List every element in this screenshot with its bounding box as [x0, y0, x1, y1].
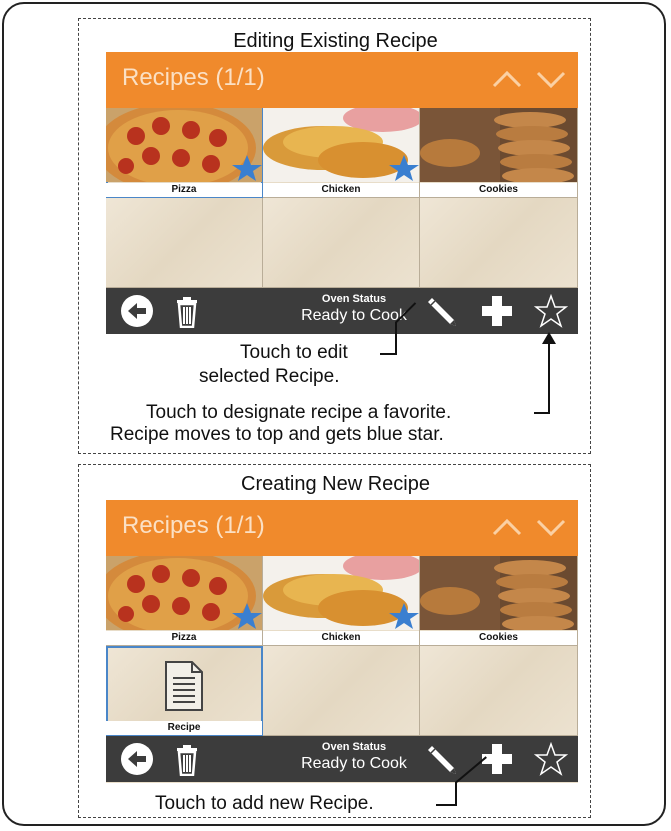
back-icon[interactable] [120, 294, 154, 328]
panel-title-creating: Creating New Recipe [241, 473, 430, 495]
chicken-image [263, 108, 419, 182]
chevron-down-icon[interactable] [534, 514, 568, 540]
recipe-tile-pizza[interactable]: Pizza [106, 108, 263, 198]
recipe-grid: Pizza Chicken [106, 556, 578, 736]
empty-tile[interactable] [106, 198, 263, 288]
tile-label: Recipe [106, 721, 262, 735]
recipe-tile-new[interactable]: Recipe [106, 646, 263, 736]
callout-line [380, 353, 396, 355]
chevron-up-icon[interactable] [490, 66, 524, 92]
document-icon [165, 661, 203, 711]
panel-title-editing: Editing Existing Recipe [233, 30, 438, 52]
chevron-down-icon[interactable] [534, 66, 568, 92]
page-title: Recipes (1/1) [122, 64, 265, 91]
recipe-tile-cookies[interactable]: Cookies [420, 108, 578, 198]
header-bar: Recipes (1/1) [106, 500, 578, 556]
callout-line [548, 340, 550, 414]
chevron-up-icon[interactable] [490, 514, 524, 540]
pencil-icon[interactable] [424, 294, 458, 328]
screen-editing: Recipes (1/1) Pizza Chicken Cookies Oven… [106, 52, 578, 334]
oven-status-value: Ready to Cook [301, 755, 407, 772]
star-outline-icon[interactable] [534, 294, 568, 328]
empty-tile[interactable] [263, 198, 420, 288]
empty-tile[interactable] [263, 646, 420, 736]
oven-status-label: Oven Status [321, 741, 387, 753]
tile-label: Cookies [420, 183, 577, 197]
tile-label: Cookies [420, 631, 577, 645]
tile-label: Chicken [263, 631, 419, 645]
tile-label: Chicken [263, 183, 419, 197]
trash-icon[interactable] [170, 742, 204, 776]
pencil-icon[interactable] [424, 742, 458, 776]
callout-line [436, 804, 456, 806]
trash-icon[interactable] [170, 294, 204, 328]
empty-tile[interactable] [420, 198, 578, 288]
callout-line [455, 782, 457, 806]
arrowhead [542, 332, 556, 344]
screen-creating: Recipes (1/1) Pizza Chicken Cookies Reci… [106, 500, 578, 783]
cookies-image [420, 108, 577, 182]
callout-edit-text-1: Touch to edit [240, 342, 348, 363]
recipe-tile-pizza[interactable]: Pizza [106, 556, 263, 646]
recipe-tile-chicken[interactable]: Chicken [263, 556, 420, 646]
callout-edit-text-2: selected Recipe. [199, 366, 340, 387]
star-outline-icon[interactable] [534, 742, 568, 776]
callout-line [395, 322, 397, 355]
chicken-image [263, 556, 419, 630]
callout-favorite-text-1: Touch to designate recipe a favorite. [146, 402, 452, 423]
back-icon[interactable] [120, 742, 154, 776]
recipe-grid: Pizza Chicken [106, 108, 578, 288]
cookies-image [420, 556, 577, 630]
recipe-tile-chicken[interactable]: Chicken [263, 108, 420, 198]
bottom-toolbar: Oven Status Ready to Cook [106, 288, 578, 334]
callout-add-text: Touch to add new Recipe. [155, 793, 374, 814]
plus-icon[interactable] [480, 294, 514, 328]
header-bar: Recipes (1/1) [106, 52, 578, 108]
empty-tile[interactable] [420, 646, 578, 736]
bottom-toolbar: Oven Status Ready to Cook [106, 736, 578, 782]
oven-status-label: Oven Status [321, 293, 387, 305]
pizza-image [106, 108, 262, 182]
pizza-image [106, 556, 262, 630]
callout-favorite-text-2: Recipe moves to top and gets blue star. [110, 424, 444, 445]
recipe-tile-cookies[interactable]: Cookies [420, 556, 578, 646]
tile-label: Pizza [106, 631, 262, 645]
tile-label: Pizza [106, 183, 262, 197]
page-title: Recipes (1/1) [122, 512, 265, 539]
